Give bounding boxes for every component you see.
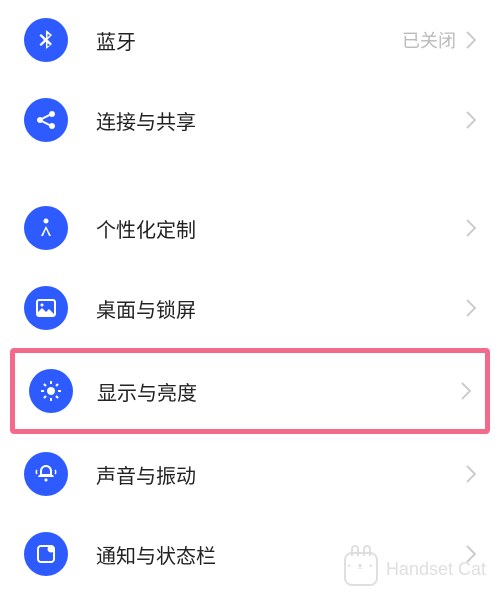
settings-list: 蓝牙 已关闭 连接与共享 个性化定制 桌面与锁屏 (0, 0, 500, 594)
notification-icon (24, 532, 68, 576)
item-status: 已关闭 (402, 27, 456, 53)
brightness-icon (29, 369, 73, 413)
list-item-sound-vibration[interactable]: 声音与振动 (0, 434, 500, 514)
list-item-bluetooth[interactable]: 蓝牙 已关闭 (0, 0, 500, 80)
chevron-right-icon (466, 299, 476, 317)
item-label: 声音与振动 (96, 460, 466, 489)
item-label: 个性化定制 (96, 214, 466, 243)
item-label: 显示与亮度 (97, 377, 461, 406)
list-item-notifications-statusbar[interactable]: 通知与状态栏 (0, 514, 500, 594)
list-item-connect-share[interactable]: 连接与共享 (0, 80, 500, 160)
sound-icon (24, 452, 68, 496)
list-item-display-brightness[interactable]: 显示与亮度 (10, 348, 490, 434)
compass-icon (24, 206, 68, 250)
item-label: 连接与共享 (96, 106, 466, 135)
chevron-right-icon (461, 382, 471, 400)
chevron-right-icon (466, 111, 476, 129)
item-label: 通知与状态栏 (96, 540, 466, 569)
item-label: 蓝牙 (96, 26, 402, 55)
item-label: 桌面与锁屏 (96, 294, 466, 323)
section-gap (0, 160, 500, 188)
list-item-personalization[interactable]: 个性化定制 (0, 188, 500, 268)
share-icon (24, 98, 68, 142)
chevron-right-icon (466, 545, 476, 563)
chevron-right-icon (466, 219, 476, 237)
list-item-desktop-lockscreen[interactable]: 桌面与锁屏 (0, 268, 500, 348)
chevron-right-icon (466, 465, 476, 483)
bluetooth-icon (24, 18, 68, 62)
image-icon (24, 286, 68, 330)
chevron-right-icon (466, 31, 476, 49)
